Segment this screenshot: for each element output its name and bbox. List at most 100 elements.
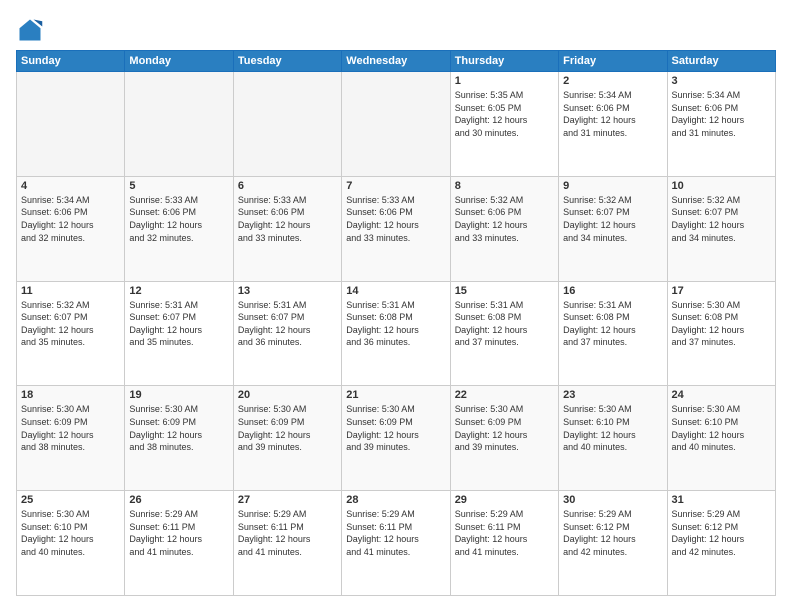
day-info: Sunrise: 5:30 AMSunset: 6:09 PMDaylight:… [346, 403, 445, 453]
day-number: 1 [455, 75, 554, 87]
logo [16, 16, 48, 44]
calendar-cell: 11 Sunrise: 5:32 AMSunset: 6:07 PMDayligh… [17, 281, 125, 386]
calendar-cell: 25Sunrise: 5:30 AMSunset: 6:10 PMDayligh… [17, 491, 125, 596]
day-info: Sunrise: 5:32 AMSunset: 6:07 PMDaylight:… [563, 194, 662, 244]
day-info: Sunrise: 5:29 AMSunset: 6:11 PMDaylight:… [455, 508, 554, 558]
weekday-header: Wednesday [342, 51, 450, 72]
calendar-cell: 20 Sunrise: 5:30 AMSunset: 6:09 PMDayligh… [233, 386, 341, 491]
day-number: 29 [455, 494, 554, 506]
day-info: Sunrise: 5:34 AMSunset: 6:06 PMDaylight:… [21, 194, 120, 244]
day-number: 17 [672, 285, 771, 297]
day-info: Sunrise: 5:33 AMSunset: 6:06 PMDaylight:… [129, 194, 228, 244]
calendar-week-row: 1 Sunrise: 5:35 AMSunset: 6:05 PMDaylight… [17, 72, 776, 177]
day-number: 6 [238, 180, 337, 192]
day-info: Sunrise: 5:32 AMSunset: 6:07 PMDaylight:… [21, 299, 120, 349]
day-number: 19 [129, 389, 228, 401]
day-number: 11 [21, 285, 120, 297]
header [16, 16, 776, 44]
calendar-cell: 17 Sunrise: 5:30 AMSunset: 6:08 PMDayligh… [667, 281, 775, 386]
day-info: Sunrise: 5:32 AMSunset: 6:06 PMDaylight:… [455, 194, 554, 244]
day-info: Sunrise: 5:29 AMSunset: 6:11 PMDaylight:… [238, 508, 337, 558]
calendar-cell: 12 Sunrise: 5:31 AMSunset: 6:07 PMDayligh… [125, 281, 233, 386]
calendar-cell: 24 Sunrise: 5:30 AMSunset: 6:10 PMDayligh… [667, 386, 775, 491]
day-info: Sunrise: 5:31 AMSunset: 6:08 PMDaylight:… [563, 299, 662, 349]
day-info: Sunrise: 5:34 AMSunset: 6:06 PMDaylight:… [563, 89, 662, 139]
day-info: Sunrise: 5:31 AMSunset: 6:07 PMDaylight:… [129, 299, 228, 349]
calendar-cell [125, 72, 233, 177]
day-info: Sunrise: 5:30 AMSunset: 6:08 PMDaylight:… [672, 299, 771, 349]
calendar-cell: 22 Sunrise: 5:30 AMSunset: 6:09 PMDayligh… [450, 386, 558, 491]
day-number: 8 [455, 180, 554, 192]
day-info: Sunrise: 5:30 AMSunset: 6:09 PMDaylight:… [455, 403, 554, 453]
day-number: 31 [672, 494, 771, 506]
calendar-cell: 14 Sunrise: 5:31 AMSunset: 6:08 PMDayligh… [342, 281, 450, 386]
day-number: 14 [346, 285, 445, 297]
weekday-header: Saturday [667, 51, 775, 72]
day-number: 18 [21, 389, 120, 401]
calendar-cell: 16 Sunrise: 5:31 AMSunset: 6:08 PMDayligh… [559, 281, 667, 386]
day-info: Sunrise: 5:30 AMSunset: 6:10 PMDaylight:… [21, 508, 120, 558]
day-number: 12 [129, 285, 228, 297]
calendar-cell: 13Sunrise: 5:31 AMSunset: 6:07 PMDayligh… [233, 281, 341, 386]
day-info: Sunrise: 5:31 AMSunset: 6:08 PMDaylight:… [455, 299, 554, 349]
day-number: 7 [346, 180, 445, 192]
weekday-header: Tuesday [233, 51, 341, 72]
day-number: 16 [563, 285, 662, 297]
day-number: 2 [563, 75, 662, 87]
day-number: 28 [346, 494, 445, 506]
day-info: Sunrise: 5:35 AMSunset: 6:05 PMDaylight:… [455, 89, 554, 139]
day-info: Sunrise: 5:33 AMSunset: 6:06 PMDaylight:… [238, 194, 337, 244]
calendar-cell: 8 Sunrise: 5:32 AMSunset: 6:06 PMDaylight… [450, 176, 558, 281]
day-number: 30 [563, 494, 662, 506]
calendar-cell: 1 Sunrise: 5:35 AMSunset: 6:05 PMDaylight… [450, 72, 558, 177]
calendar-cell: 7 Sunrise: 5:33 AMSunset: 6:06 PMDaylight… [342, 176, 450, 281]
calendar-cell [342, 72, 450, 177]
day-info: Sunrise: 5:30 AMSunset: 6:10 PMDaylight:… [672, 403, 771, 453]
day-info: Sunrise: 5:29 AMSunset: 6:11 PMDaylight:… [346, 508, 445, 558]
day-info: Sunrise: 5:33 AMSunset: 6:06 PMDaylight:… [346, 194, 445, 244]
day-info: Sunrise: 5:29 AMSunset: 6:12 PMDaylight:… [563, 508, 662, 558]
day-number: 26 [129, 494, 228, 506]
calendar-cell: 19 Sunrise: 5:30 AMSunset: 6:09 PMDayligh… [125, 386, 233, 491]
day-info: Sunrise: 5:30 AMSunset: 6:09 PMDaylight:… [238, 403, 337, 453]
calendar-cell: 6 Sunrise: 5:33 AMSunset: 6:06 PMDaylight… [233, 176, 341, 281]
day-number: 21 [346, 389, 445, 401]
calendar-cell: 27Sunrise: 5:29 AMSunset: 6:11 PMDayligh… [233, 491, 341, 596]
calendar-cell [233, 72, 341, 177]
weekday-header: Sunday [17, 51, 125, 72]
calendar-cell: 18 Sunrise: 5:30 AMSunset: 6:09 PMDayligh… [17, 386, 125, 491]
calendar-cell: 29 Sunrise: 5:29 AMSunset: 6:11 PMDayligh… [450, 491, 558, 596]
weekday-header: Friday [559, 51, 667, 72]
calendar-week-row: 4 Sunrise: 5:34 AMSunset: 6:06 PMDaylight… [17, 176, 776, 281]
day-number: 13 [238, 285, 337, 297]
day-info: Sunrise: 5:30 AMSunset: 6:09 PMDaylight:… [129, 403, 228, 453]
calendar-cell: 5Sunrise: 5:33 AMSunset: 6:06 PMDaylight… [125, 176, 233, 281]
calendar-cell: 10 Sunrise: 5:32 AMSunset: 6:07 PMDayligh… [667, 176, 775, 281]
calendar-week-row: 18 Sunrise: 5:30 AMSunset: 6:09 PMDayligh… [17, 386, 776, 491]
calendar-table: SundayMondayTuesdayWednesdayThursdayFrid… [16, 50, 776, 596]
day-info: Sunrise: 5:29 AMSunset: 6:12 PMDaylight:… [672, 508, 771, 558]
day-number: 9 [563, 180, 662, 192]
calendar-week-row: 25Sunrise: 5:30 AMSunset: 6:10 PMDayligh… [17, 491, 776, 596]
day-info: Sunrise: 5:30 AMSunset: 6:10 PMDaylight:… [563, 403, 662, 453]
page: SundayMondayTuesdayWednesdayThursdayFrid… [0, 0, 792, 612]
calendar-cell: 21 Sunrise: 5:30 AMSunset: 6:09 PMDayligh… [342, 386, 450, 491]
day-number: 20 [238, 389, 337, 401]
day-info: Sunrise: 5:32 AMSunset: 6:07 PMDaylight:… [672, 194, 771, 244]
calendar-cell [17, 72, 125, 177]
calendar-week-row: 11 Sunrise: 5:32 AMSunset: 6:07 PMDayligh… [17, 281, 776, 386]
weekday-header-row: SundayMondayTuesdayWednesdayThursdayFrid… [17, 51, 776, 72]
calendar-cell: 3Sunrise: 5:34 AMSunset: 6:06 PMDaylight… [667, 72, 775, 177]
calendar-cell: 2 Sunrise: 5:34 AMSunset: 6:06 PMDaylight… [559, 72, 667, 177]
calendar-cell: 26Sunrise: 5:29 AMSunset: 6:11 PMDayligh… [125, 491, 233, 596]
day-number: 10 [672, 180, 771, 192]
day-number: 24 [672, 389, 771, 401]
day-number: 4 [21, 180, 120, 192]
calendar-cell: 15 Sunrise: 5:31 AMSunset: 6:08 PMDayligh… [450, 281, 558, 386]
day-info: Sunrise: 5:31 AMSunset: 6:08 PMDaylight:… [346, 299, 445, 349]
logo-icon [16, 16, 44, 44]
day-number: 15 [455, 285, 554, 297]
day-number: 22 [455, 389, 554, 401]
day-info: Sunrise: 5:30 AMSunset: 6:09 PMDaylight:… [21, 403, 120, 453]
calendar-cell: 23Sunrise: 5:30 AMSunset: 6:10 PMDayligh… [559, 386, 667, 491]
